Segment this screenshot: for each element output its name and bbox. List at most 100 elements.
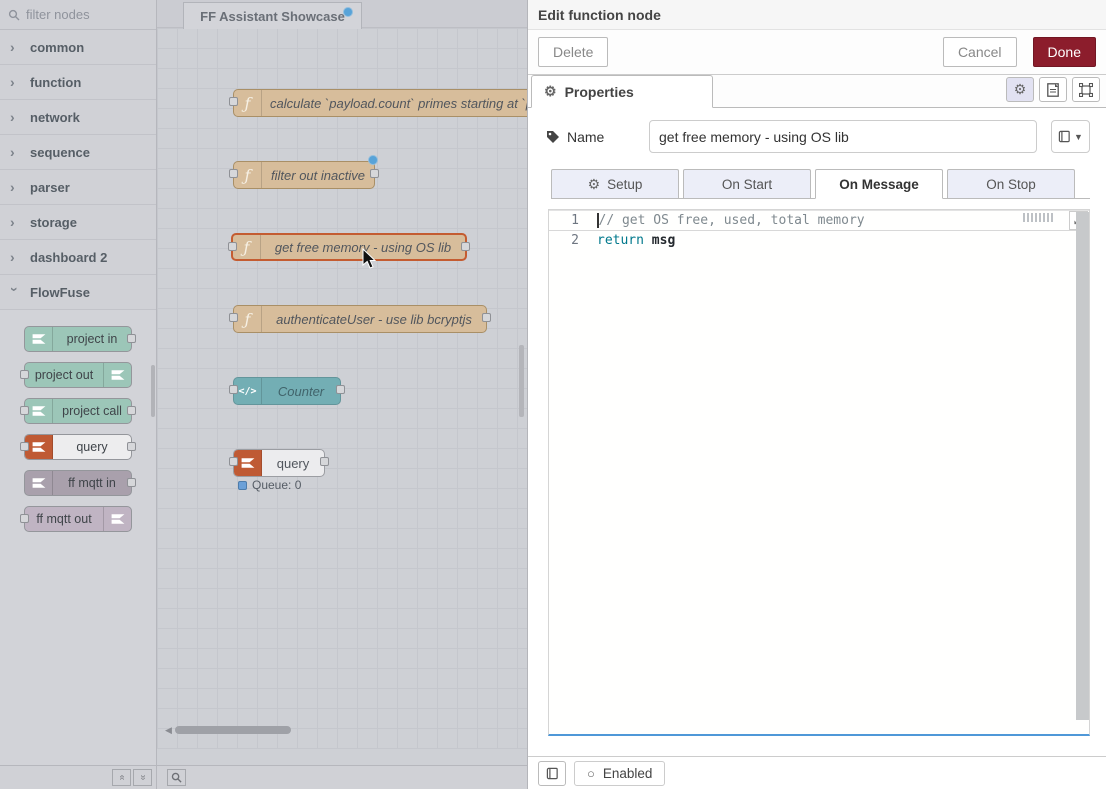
palette-node-query[interactable]: query	[24, 434, 132, 460]
output-port[interactable]	[127, 442, 136, 451]
output-port[interactable]	[127, 334, 136, 343]
palette-category-storage[interactable]: ›storage	[0, 205, 156, 240]
tab-on-start[interactable]: On Start	[683, 169, 811, 198]
input-port[interactable]	[229, 97, 238, 106]
node-query[interactable]: query	[233, 449, 325, 477]
done-button[interactable]: Done	[1033, 37, 1096, 67]
collapse-all-button[interactable]: «	[112, 769, 131, 786]
input-port[interactable]	[20, 514, 29, 523]
expand-all-button[interactable]: »	[133, 769, 152, 786]
output-port[interactable]	[127, 478, 136, 487]
scroll-left-icon[interactable]: ◀	[165, 725, 172, 736]
palette-category-flowfuse[interactable]: ›FlowFuse	[0, 275, 156, 310]
document-icon	[1047, 83, 1059, 97]
input-port[interactable]	[20, 370, 29, 379]
output-port[interactable]	[370, 169, 379, 178]
palette-scrollbar[interactable]	[151, 365, 155, 417]
line-number: 1	[549, 211, 597, 230]
palette-category-function[interactable]: ›function	[0, 65, 156, 100]
enabled-toggle-button[interactable]: ○ Enabled	[574, 761, 665, 786]
input-port[interactable]	[228, 242, 237, 251]
node-status: Queue: 0	[238, 478, 301, 492]
library-button[interactable]	[538, 761, 566, 786]
tab-setup[interactable]: ⚙Setup	[551, 169, 679, 198]
editor-line[interactable]: 2 return msg	[549, 231, 1089, 250]
horizontal-scrollbar[interactable]: ◀	[157, 723, 527, 737]
node-authenticate-user[interactable]: ƒ authenticateUser - use lib bcryptjs	[233, 305, 487, 333]
palette-node-project-out[interactable]: project out	[24, 362, 132, 388]
input-port[interactable]	[229, 313, 238, 322]
input-port[interactable]	[20, 442, 29, 451]
input-port[interactable]	[20, 406, 29, 415]
caret-down-icon: ▼	[1074, 132, 1083, 142]
palette-node-ff-mqtt-in[interactable]: ff mqtt in	[24, 470, 132, 496]
output-port[interactable]	[320, 457, 329, 466]
flowfuse-icon	[103, 363, 131, 387]
output-port[interactable]	[461, 242, 470, 251]
function-editor-tabs: ⚙Setup On Start On Message On Stop	[551, 169, 1090, 199]
input-port[interactable]	[229, 169, 238, 178]
flow-canvas[interactable]: FF Assistant Showcase ƒ calculate `paylo…	[157, 0, 527, 765]
status-dot-icon	[238, 481, 247, 490]
chevron-right-icon: ›	[10, 214, 20, 230]
node-calculate-primes[interactable]: ƒ calculate `payload.count` primes start…	[233, 89, 527, 117]
output-port[interactable]	[336, 385, 345, 394]
delete-button[interactable]: Delete	[538, 37, 608, 67]
palette-category-common[interactable]: ›common	[0, 30, 156, 65]
chevron-right-icon: ›	[10, 39, 20, 55]
changed-dot	[343, 7, 353, 17]
cancel-button[interactable]: Cancel	[943, 37, 1017, 67]
tray-body: Name ▼ ⚙Setup On Start On Message On Sto…	[528, 108, 1106, 756]
palette-category-network[interactable]: ›network	[0, 100, 156, 135]
editor-line[interactable]: 1 // get OS free, used, total memory	[549, 210, 1089, 231]
zoom-search-button[interactable]	[167, 769, 186, 786]
editor-minimap	[1023, 213, 1053, 222]
name-input[interactable]	[649, 120, 1037, 153]
code-keyword: return	[597, 231, 644, 250]
output-port[interactable]	[482, 313, 491, 322]
output-port[interactable]	[127, 406, 136, 415]
tab-properties[interactable]: ⚙ Properties	[531, 75, 713, 108]
tab-on-message[interactable]: On Message	[815, 169, 943, 199]
gear-icon: ⚙	[588, 176, 601, 193]
node-counter[interactable]: </> Counter	[233, 377, 341, 405]
editor-scrollbar[interactable]	[1076, 212, 1089, 720]
palette-node-project-call[interactable]: project call	[24, 398, 132, 424]
palette-category-sequence[interactable]: ›sequence	[0, 135, 156, 170]
input-port[interactable]	[229, 385, 238, 394]
chevron-right-icon: ›	[10, 249, 20, 265]
palette-filter-input[interactable]: filter nodes	[0, 0, 156, 30]
palette-node-ff-mqtt-out[interactable]: ff mqtt out	[24, 506, 132, 532]
workspace-footer	[157, 765, 527, 789]
library-dropdown-button[interactable]: ▼	[1051, 120, 1090, 153]
chevron-right-icon: ›	[10, 179, 20, 195]
palette-node-project-in[interactable]: project in	[24, 326, 132, 352]
horizontal-scroll-thumb[interactable]	[175, 726, 291, 734]
tray-footer: ○ Enabled	[528, 756, 1106, 789]
name-row: Name ▼	[546, 120, 1090, 153]
node-get-free-memory[interactable]: ƒ get free memory - using OS lib	[231, 233, 467, 261]
edit-properties-button[interactable]: ⚙	[1006, 77, 1034, 102]
gear-icon: ⚙	[544, 83, 557, 100]
palette-category-dashboard2[interactable]: ›dashboard 2	[0, 240, 156, 275]
palette-category-parser[interactable]: ›parser	[0, 170, 156, 205]
node-filter-out-inactive[interactable]: ƒ filter out inactive	[233, 161, 375, 189]
code-editor[interactable]: 1 // get OS free, used, total memory 2 r…	[548, 209, 1090, 736]
input-port[interactable]	[229, 457, 238, 466]
function-icon: ƒ	[234, 306, 262, 332]
flowfuse-icon	[25, 471, 53, 495]
flow-tab[interactable]: FF Assistant Showcase	[183, 2, 362, 29]
template-icon: </>	[234, 378, 262, 404]
description-button[interactable]	[1039, 77, 1067, 102]
chevron-down-icon: ›	[7, 287, 23, 297]
vertical-scroll-thumb[interactable]	[519, 345, 524, 417]
scope-icon	[1079, 83, 1093, 97]
chevron-right-icon: ›	[10, 74, 20, 90]
flowfuse-icon	[25, 435, 53, 459]
palette-sidebar: filter nodes ›common ›function ›network …	[0, 0, 157, 765]
edit-tray: Edit function node Delete Cancel Done ⚙ …	[527, 0, 1106, 789]
palette-flowfuse-section: project in project out project call quer…	[0, 310, 156, 540]
appearance-button[interactable]	[1072, 77, 1100, 102]
tab-on-stop[interactable]: On Stop	[947, 169, 1075, 198]
palette-filter-placeholder: filter nodes	[26, 7, 90, 22]
